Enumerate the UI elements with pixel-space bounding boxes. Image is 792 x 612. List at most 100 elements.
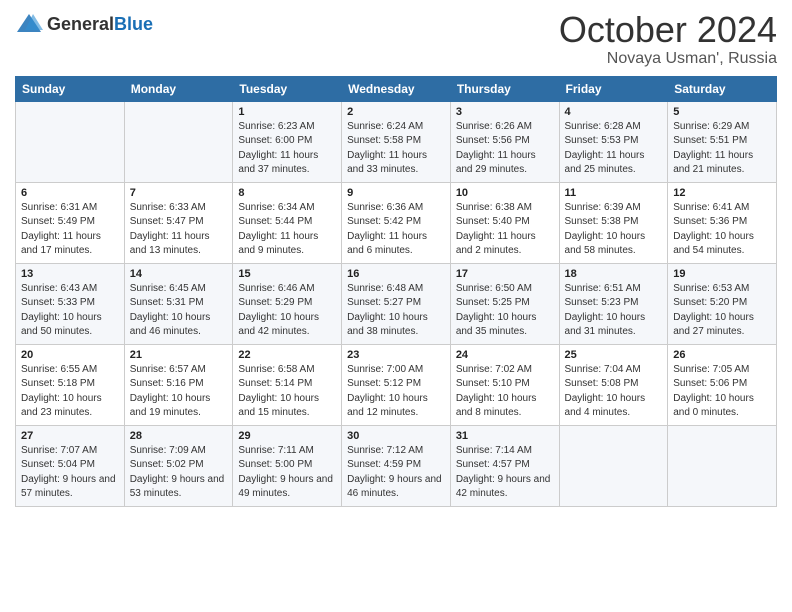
day-info: Sunrise: 6:43 AMSunset: 5:33 PMDaylight:… xyxy=(21,282,119,340)
day-cell: 31 Sunrise: 7:14 AMSunset: 4:57 PMDayligh… xyxy=(450,425,559,506)
calendar-body: 1 Sunrise: 6:23 AMSunset: 6:00 PMDaylight… xyxy=(16,101,777,506)
day-number: 10 xyxy=(456,187,554,199)
week-row-4: 20Sunrise: 6:55 AMSunset: 5:18 PMDayligh… xyxy=(16,344,777,425)
logo-icon xyxy=(15,10,43,38)
day-info: Sunrise: 6:58 AMSunset: 5:14 PMDaylight:… xyxy=(238,363,336,421)
day-number: 28 xyxy=(130,430,228,442)
logo-text: GeneralBlue xyxy=(47,15,153,33)
month-title: October 2024 xyxy=(559,10,777,50)
day-cell: 1 Sunrise: 6:23 AMSunset: 6:00 PMDaylight… xyxy=(233,101,342,182)
day-cell: 26 Sunrise: 7:05 AMSunset: 5:06 PMDayligh… xyxy=(668,344,777,425)
day-cell: 7Sunrise: 6:33 AMSunset: 5:47 PMDaylight… xyxy=(124,182,233,263)
day-info: Sunrise: 7:02 AMSunset: 5:10 PMDaylight:… xyxy=(456,363,554,421)
week-row-1: 1 Sunrise: 6:23 AMSunset: 6:00 PMDaylight… xyxy=(16,101,777,182)
day-cell: 25Sunrise: 7:04 AMSunset: 5:08 PMDayligh… xyxy=(559,344,668,425)
day-number: 13 xyxy=(21,268,119,280)
weekday-header-row: SundayMondayTuesdayWednesdayThursdayFrid… xyxy=(16,76,777,101)
day-cell: 17 Sunrise: 6:50 AMSunset: 5:25 PMDayligh… xyxy=(450,263,559,344)
day-info: Sunrise: 7:05 AMSunset: 5:06 PMDaylight:… xyxy=(673,363,771,421)
day-info: Sunrise: 6:29 AMSunset: 5:51 PMDaylight:… xyxy=(673,120,771,178)
day-cell: 13 Sunrise: 6:43 AMSunset: 5:33 PMDayligh… xyxy=(16,263,125,344)
day-info: Sunrise: 6:28 AMSunset: 5:53 PMDaylight:… xyxy=(565,120,663,178)
day-info: Sunrise: 7:12 AMSunset: 4:59 PMDaylight:… xyxy=(347,444,445,502)
day-number: 19 xyxy=(673,268,771,280)
day-cell: 27Sunrise: 7:07 AMSunset: 5:04 PMDayligh… xyxy=(16,425,125,506)
day-cell xyxy=(559,425,668,506)
day-cell: 9Sunrise: 6:36 AMSunset: 5:42 PMDaylight… xyxy=(342,182,451,263)
weekday-sunday: Sunday xyxy=(16,76,125,101)
day-cell: 18Sunrise: 6:51 AMSunset: 5:23 PMDayligh… xyxy=(559,263,668,344)
day-cell: 16 Sunrise: 6:48 AMSunset: 5:27 PMDayligh… xyxy=(342,263,451,344)
day-number: 25 xyxy=(565,349,663,361)
day-info: Sunrise: 6:51 AMSunset: 5:23 PMDaylight:… xyxy=(565,282,663,340)
weekday-friday: Friday xyxy=(559,76,668,101)
day-info: Sunrise: 6:50 AMSunset: 5:25 PMDaylight:… xyxy=(456,282,554,340)
header: GeneralBlue October 2024 Novaya Usman', … xyxy=(15,10,777,68)
day-number: 14 xyxy=(130,268,228,280)
day-cell xyxy=(668,425,777,506)
weekday-monday: Monday xyxy=(124,76,233,101)
day-number: 17 xyxy=(456,268,554,280)
day-number: 6 xyxy=(21,187,119,199)
day-info: Sunrise: 6:57 AMSunset: 5:16 PMDaylight:… xyxy=(130,363,228,421)
day-number: 24 xyxy=(456,349,554,361)
day-cell: 5 Sunrise: 6:29 AMSunset: 5:51 PMDaylight… xyxy=(668,101,777,182)
logo-blue: Blue xyxy=(114,15,153,33)
day-cell: 12Sunrise: 6:41 AMSunset: 5:36 PMDayligh… xyxy=(668,182,777,263)
day-info: Sunrise: 6:41 AMSunset: 5:36 PMDaylight:… xyxy=(673,201,771,259)
day-info: Sunrise: 6:46 AMSunset: 5:29 PMDaylight:… xyxy=(238,282,336,340)
day-cell: 30 Sunrise: 7:12 AMSunset: 4:59 PMDayligh… xyxy=(342,425,451,506)
day-cell: 29 Sunrise: 7:11 AMSunset: 5:00 PMDayligh… xyxy=(233,425,342,506)
day-cell xyxy=(16,101,125,182)
day-number: 5 xyxy=(673,106,771,118)
day-info: Sunrise: 6:53 AMSunset: 5:20 PMDaylight:… xyxy=(673,282,771,340)
day-info: Sunrise: 7:11 AMSunset: 5:00 PMDaylight:… xyxy=(238,444,336,502)
day-number: 31 xyxy=(456,430,554,442)
day-cell: 11Sunrise: 6:39 AMSunset: 5:38 PMDayligh… xyxy=(559,182,668,263)
day-cell: 14 Sunrise: 6:45 AMSunset: 5:31 PMDayligh… xyxy=(124,263,233,344)
day-info: Sunrise: 6:34 AMSunset: 5:44 PMDaylight:… xyxy=(238,201,336,259)
day-cell: 3 Sunrise: 6:26 AMSunset: 5:56 PMDaylight… xyxy=(450,101,559,182)
day-number: 22 xyxy=(238,349,336,361)
day-cell: 23Sunrise: 7:00 AMSunset: 5:12 PMDayligh… xyxy=(342,344,451,425)
day-info: Sunrise: 7:14 AMSunset: 4:57 PMDaylight:… xyxy=(456,444,554,502)
day-cell: 6Sunrise: 6:31 AMSunset: 5:49 PMDaylight… xyxy=(16,182,125,263)
day-number: 21 xyxy=(130,349,228,361)
weekday-thursday: Thursday xyxy=(450,76,559,101)
day-number: 30 xyxy=(347,430,445,442)
day-number: 3 xyxy=(456,106,554,118)
calendar-table: SundayMondayTuesdayWednesdayThursdayFrid… xyxy=(15,76,777,507)
day-number: 16 xyxy=(347,268,445,280)
day-number: 8 xyxy=(238,187,336,199)
logo-general: General xyxy=(47,15,114,33)
day-cell: 24 Sunrise: 7:02 AMSunset: 5:10 PMDayligh… xyxy=(450,344,559,425)
day-info: Sunrise: 6:45 AMSunset: 5:31 PMDaylight:… xyxy=(130,282,228,340)
day-info: Sunrise: 6:55 AMSunset: 5:18 PMDaylight:… xyxy=(21,363,119,421)
day-info: Sunrise: 6:23 AMSunset: 6:00 PMDaylight:… xyxy=(238,120,336,178)
day-cell: 2 Sunrise: 6:24 AMSunset: 5:58 PMDaylight… xyxy=(342,101,451,182)
day-info: Sunrise: 6:26 AMSunset: 5:56 PMDaylight:… xyxy=(456,120,554,178)
day-number: 1 xyxy=(238,106,336,118)
day-number: 2 xyxy=(347,106,445,118)
week-row-5: 27Sunrise: 7:07 AMSunset: 5:04 PMDayligh… xyxy=(16,425,777,506)
title-block: October 2024 Novaya Usman', Russia xyxy=(559,10,777,68)
day-cell: 4 Sunrise: 6:28 AMSunset: 5:53 PMDaylight… xyxy=(559,101,668,182)
day-info: Sunrise: 6:48 AMSunset: 5:27 PMDaylight:… xyxy=(347,282,445,340)
day-number: 15 xyxy=(238,268,336,280)
day-cell: 28 Sunrise: 7:09 AMSunset: 5:02 PMDayligh… xyxy=(124,425,233,506)
day-number: 23 xyxy=(347,349,445,361)
day-info: Sunrise: 6:39 AMSunset: 5:38 PMDaylight:… xyxy=(565,201,663,259)
day-info: Sunrise: 6:24 AMSunset: 5:58 PMDaylight:… xyxy=(347,120,445,178)
day-cell xyxy=(124,101,233,182)
logo: GeneralBlue xyxy=(15,10,153,38)
day-number: 7 xyxy=(130,187,228,199)
day-info: Sunrise: 6:36 AMSunset: 5:42 PMDaylight:… xyxy=(347,201,445,259)
day-number: 4 xyxy=(565,106,663,118)
day-number: 29 xyxy=(238,430,336,442)
weekday-wednesday: Wednesday xyxy=(342,76,451,101)
week-row-3: 13 Sunrise: 6:43 AMSunset: 5:33 PMDayligh… xyxy=(16,263,777,344)
day-number: 26 xyxy=(673,349,771,361)
day-info: Sunrise: 7:09 AMSunset: 5:02 PMDaylight:… xyxy=(130,444,228,502)
weekday-saturday: Saturday xyxy=(668,76,777,101)
day-cell: 10Sunrise: 6:38 AMSunset: 5:40 PMDayligh… xyxy=(450,182,559,263)
